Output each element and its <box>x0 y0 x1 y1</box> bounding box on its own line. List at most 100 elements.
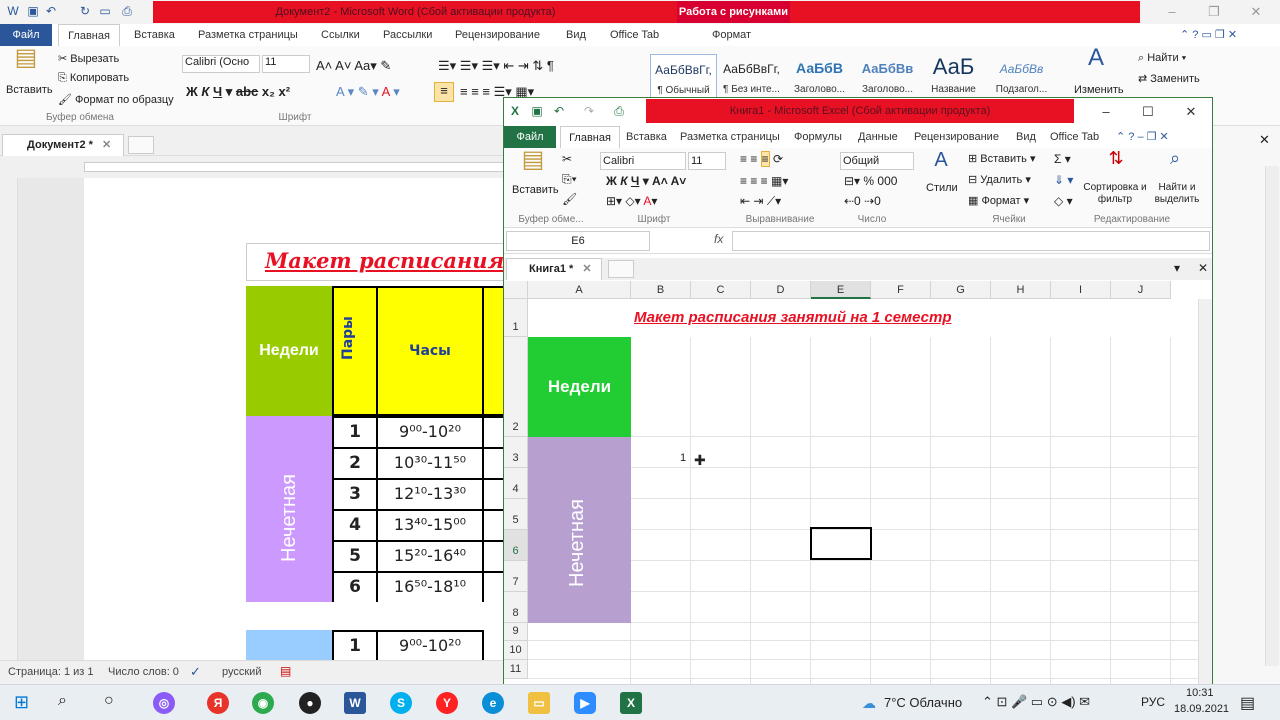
copy-button[interactable]: ⎘ Копировать <box>58 72 129 85</box>
excel-find-button[interactable]: Найти и выделить <box>1150 182 1204 206</box>
status-words[interactable]: Число слов: 0 <box>108 666 179 678</box>
excel-document-tab[interactable]: Книга1 * ✕ <box>506 258 602 280</box>
column-header[interactable]: H <box>991 281 1051 299</box>
excel-fill-icon[interactable]: ⇓ ▾ <box>1054 173 1073 187</box>
excel-tab-view[interactable]: Вид <box>1016 126 1036 148</box>
grow-font-icon[interactable]: A˄ A˅ Aa▾ ✎ <box>316 58 391 74</box>
select-all-corner[interactable] <box>504 281 528 299</box>
excel-indent-icon[interactable]: ⇤ ⇥ ⟋▾ <box>740 194 781 209</box>
tab-office-tab[interactable]: Office Tab <box>610 24 659 46</box>
formula-input[interactable] <box>732 231 1210 251</box>
excel-align-icon[interactable]: ≡ ≡ ≡ ▦▾ <box>740 174 788 188</box>
skype-icon[interactable]: S <box>390 692 412 714</box>
excel-styles-icon[interactable]: A <box>928 150 954 178</box>
excel-tab-close-icon[interactable]: ✕ <box>1198 261 1208 275</box>
tab-home[interactable]: Главная <box>58 24 120 46</box>
text-effects-icon[interactable]: A ▾ ✎ ▾ A ▾ <box>336 84 400 100</box>
explorer-icon[interactable]: ▭ <box>528 692 550 714</box>
word-doc-close-icon[interactable]: ✕ <box>1259 132 1270 148</box>
find-select-icon[interactable]: ⌕ <box>1162 149 1188 176</box>
excel-format-cells-button[interactable]: ▦ Формат ▾ <box>968 194 1029 207</box>
excel-autosum-icon[interactable]: Σ ▾ <box>1054 152 1071 166</box>
excel-bold-icon[interactable]: Ж К Ч ▾ A˄ A˅ <box>606 174 686 188</box>
row-header[interactable]: 10 <box>504 641 528 660</box>
alice-icon[interactable]: ◎ <box>153 692 175 714</box>
style-heading2[interactable]: АаБбВв Заголово... <box>854 54 921 102</box>
excel-paste-button[interactable]: Вставить <box>512 184 559 196</box>
excel-border-icon[interactable]: ⊞▾ ◇▾ A▾ <box>606 194 657 208</box>
tab-page-layout[interactable]: Разметка страницы <box>198 24 298 46</box>
cell-b3-value[interactable]: 1 <box>680 452 686 464</box>
column-header[interactable]: I <box>1051 281 1111 299</box>
cell-weeks[interactable]: Недели <box>528 337 631 437</box>
clock-date[interactable]: 18.09.2021 <box>1174 703 1229 715</box>
excel-tab-review[interactable]: Рецензирование <box>914 126 999 148</box>
excel-delete-cells-button[interactable]: ⊟ Удалить ▾ <box>968 173 1031 186</box>
excel-undo-icon[interactable]: ↶ <box>552 104 566 118</box>
column-header[interactable]: C <box>691 281 751 299</box>
cell-odd-week[interactable]: Нечетная <box>528 437 631 623</box>
name-box[interactable]: E6 <box>506 231 650 251</box>
search-icon[interactable]: ⌕ <box>58 692 67 710</box>
excel-tab-insert[interactable]: Вставка <box>626 126 667 148</box>
paste-icon[interactable]: ▤ <box>12 46 40 80</box>
row-header[interactable]: 2 <box>504 337 528 437</box>
tab-insert[interactable]: Вставка <box>134 24 175 46</box>
excel-tab-file[interactable]: Файл <box>504 126 556 148</box>
excel-close-tab-icon[interactable]: ✕ <box>582 263 591 275</box>
notifications-icon[interactable]: ▤ <box>1240 693 1255 713</box>
redo-icon[interactable]: ↻ <box>78 4 92 18</box>
excel-currency-icon[interactable]: ⊟▾ % 000 <box>844 174 897 188</box>
yandex-icon[interactable]: Я <box>207 692 229 714</box>
word-vertical-scrollbar[interactable] <box>1265 166 1279 666</box>
undo-icon[interactable]: ↶ <box>44 4 58 18</box>
save-icon[interactable]: ▣ <box>26 4 40 18</box>
font-name-combo[interactable]: Calibri (Осно <box>182 55 260 73</box>
find-button[interactable]: ⌕ Найти ▾ <box>1138 52 1186 65</box>
style-subtitle[interactable]: АаБбВв Подзагол... <box>988 54 1055 102</box>
tab-review[interactable]: Рецензирование <box>455 24 540 46</box>
insert-function-icon[interactable]: fx <box>714 232 723 246</box>
font-size-combo[interactable]: 11 <box>262 55 310 73</box>
yandex-browser-icon[interactable]: Y <box>436 692 458 714</box>
close-icon[interactable]: ✕ <box>1246 4 1266 20</box>
restore-icon[interactable]: ❐ <box>1204 4 1224 20</box>
status-page[interactable]: Страница: 1 из 1 <box>8 666 94 678</box>
style-normal[interactable]: АаБбВвГг, ¶ Обычный <box>650 54 717 102</box>
tab-mailings[interactable]: Рассылки <box>383 24 432 46</box>
row-header[interactable]: 11 <box>504 660 528 679</box>
start-icon[interactable]: ⊞ <box>14 693 29 711</box>
bold-icon[interactable]: Ж К Ч ▾ abc x₂ x² <box>186 84 290 100</box>
row-header[interactable]: 7 <box>504 561 528 592</box>
excel-decimal-icon[interactable]: ⇠0 ⇢0 <box>844 194 881 208</box>
row-header[interactable]: 5 <box>504 499 528 530</box>
excel-new-tab-button[interactable] <box>608 260 634 278</box>
cut-button[interactable]: ✂ Вырезать <box>58 52 119 65</box>
change-styles-button[interactable]: Изменить <box>1074 84 1124 96</box>
sort-filter-icon[interactable]: ⇅ <box>1104 149 1128 176</box>
excel-redo-icon[interactable]: ↷ <box>582 104 596 118</box>
excel-vertical-scrollbar[interactable] <box>1198 299 1212 685</box>
excel-number-format-combo[interactable]: Общий <box>840 152 914 170</box>
excel-tab-menu-icon[interactable]: ▾ <box>1174 261 1180 275</box>
edge-icon[interactable]: e <box>482 692 504 714</box>
style-heading1[interactable]: АаБбВ Заголово... <box>786 54 853 102</box>
align-left-icon[interactable]: ≡ <box>434 82 454 102</box>
style-no-spacing[interactable]: АаБбВвГг, ¶ Без инте... <box>718 54 785 102</box>
word-taskbar-icon[interactable]: W <box>344 692 366 714</box>
document-tab[interactable]: Документ2 * ✕ <box>2 134 124 156</box>
clock-time[interactable]: 10:31 <box>1186 687 1214 699</box>
style-title[interactable]: АаБ Название <box>920 54 987 102</box>
bullets-icon[interactable]: ☰▾ ☰▾ ☰▾ ⇤ ⇥ ⇅ ¶ <box>438 58 554 74</box>
column-header[interactable]: G <box>931 281 991 299</box>
column-header[interactable]: E <box>811 281 871 299</box>
row-header[interactable]: 6 <box>504 530 528 561</box>
column-header[interactable]: D <box>751 281 811 299</box>
tab-view[interactable]: Вид <box>566 24 586 46</box>
weather-text[interactable]: 7°C Облачно <box>884 695 962 710</box>
tab-file[interactable]: Файл <box>0 24 52 46</box>
format-painter-button[interactable]: 🖌 Формат по образцу <box>58 93 174 106</box>
spellcheck-icon[interactable]: ✓ <box>190 664 201 680</box>
row-header[interactable]: 8 <box>504 592 528 623</box>
macro-icon[interactable]: ▤ <box>280 664 291 678</box>
